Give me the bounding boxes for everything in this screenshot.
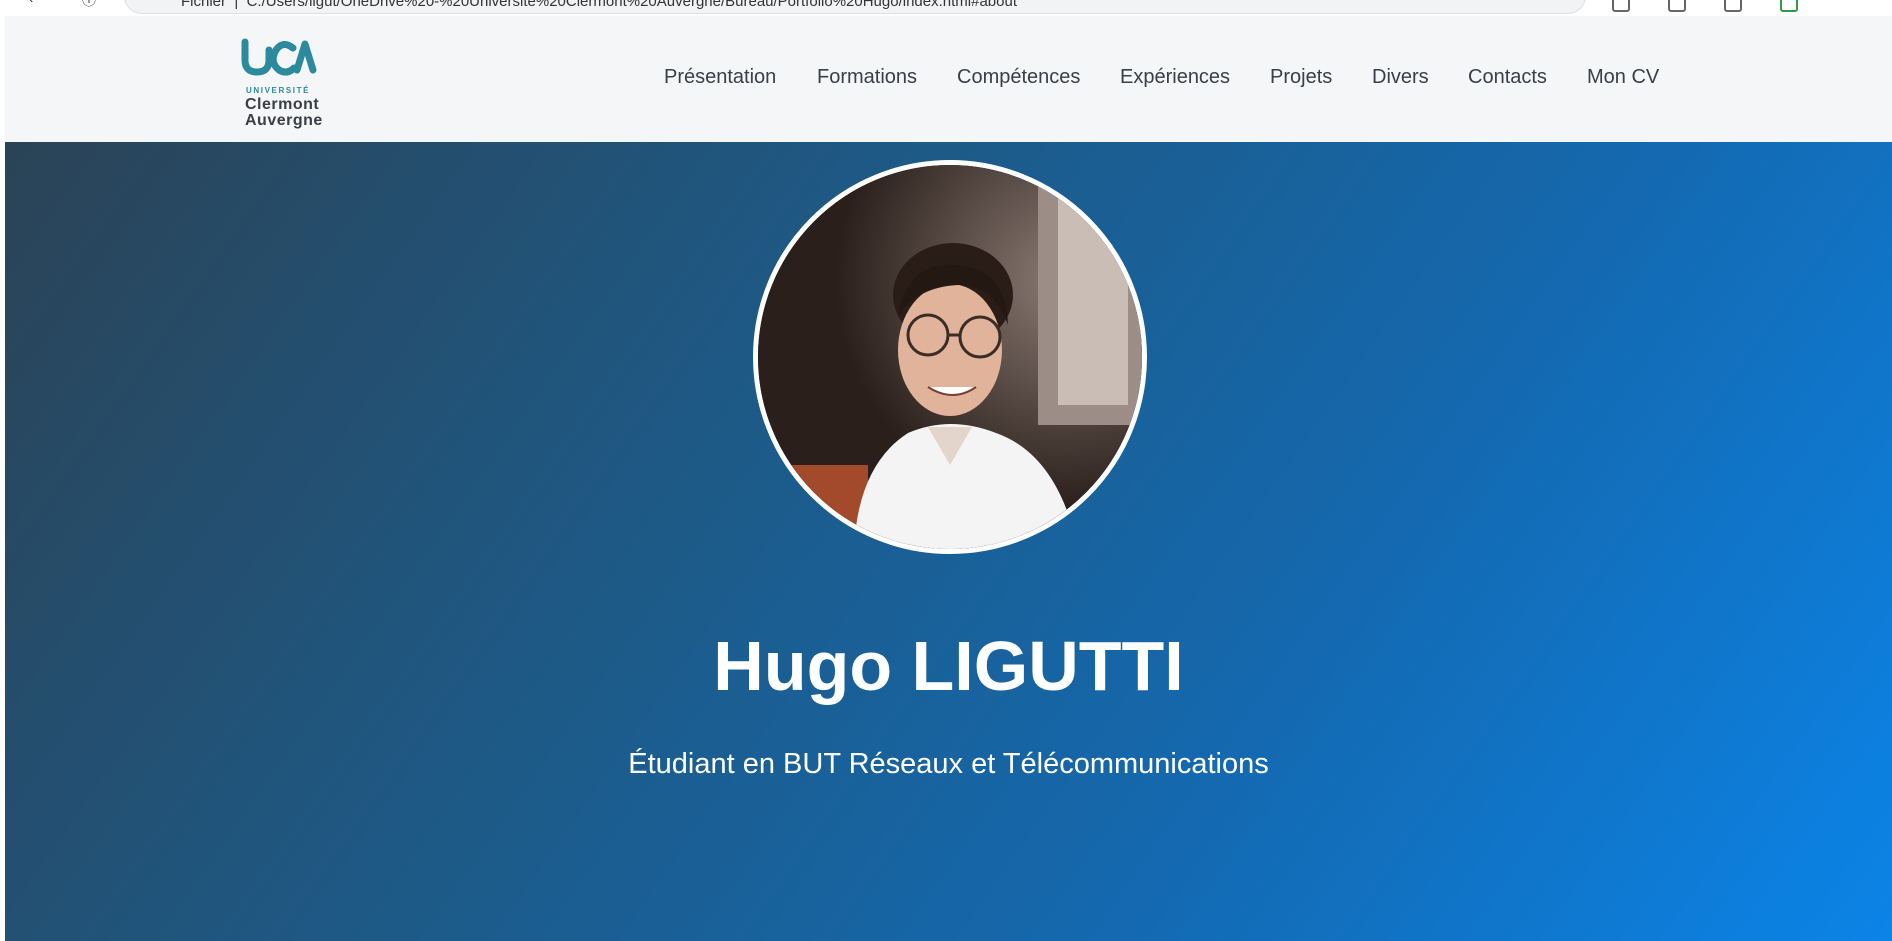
nav-item-contacts[interactable]: Contacts [1468,66,1547,89]
hero-name: Hugo LIGUTTI [713,627,1184,705]
back-icon[interactable]: ‹ [20,0,42,12]
logo-line-3: Auvergne [245,112,323,129]
sidebar-icon[interactable] [1724,0,1742,12]
nav-item-mon-cv[interactable]: Mon CV [1587,66,1659,89]
nav-item-formations[interactable]: Formations [817,66,917,89]
browser-toolbar: ‹ ⓘ Fichier | C:/Users/ligut/OneDrive%20… [0,0,1892,16]
nav-item-experiences[interactable]: Expériences [1120,66,1230,89]
nav-item-projets[interactable]: Projets [1270,66,1332,89]
hero-subtitle: Étudiant en BUT Réseaux et Télécommunica… [628,748,1269,780]
nav-item-divers[interactable]: Divers [1372,66,1429,89]
hero-section: Hugo LIGUTTI Étudiant en BUT Réseaux et … [5,142,1892,941]
download-icon[interactable] [1668,0,1686,12]
info-icon[interactable]: ⓘ [78,0,100,12]
address-text: Fichier | C:/Users/ligut/OneDrive%20-%20… [181,0,1017,10]
extensions-icon[interactable] [1612,0,1630,12]
navbar: UNIVERSITÉ Clermont Auvergne Présentatio… [5,16,1892,143]
nav-item-presentation[interactable]: Présentation [664,66,776,89]
main-nav: Présentation Formations Compétences Expé… [5,66,1892,96]
address-bar[interactable]: Fichier | C:/Users/ligut/OneDrive%20-%20… [124,0,1586,14]
profile-photo [753,160,1147,554]
profile-icon[interactable] [1780,0,1798,12]
portrait-image [758,165,1142,549]
webpage: UNIVERSITÉ Clermont Auvergne Présentatio… [5,16,1892,941]
nav-item-competences[interactable]: Compétences [957,66,1080,89]
